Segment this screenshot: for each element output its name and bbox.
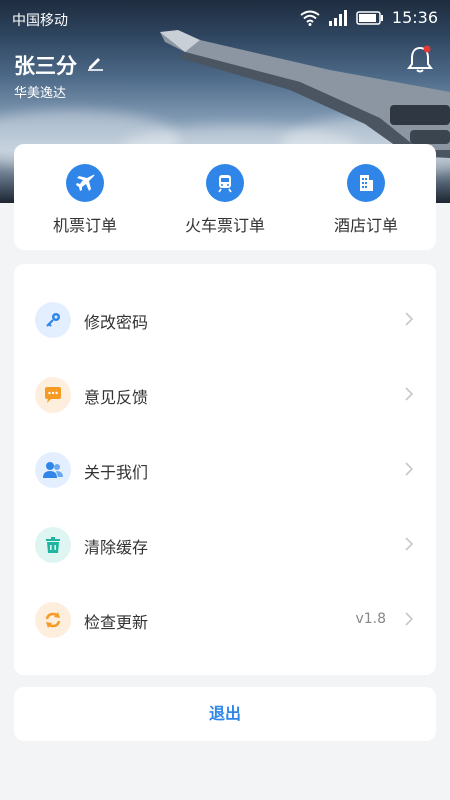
logout-button[interactable]: 退出 xyxy=(14,687,436,741)
menu-item-clear-cache[interactable]: 清除缓存 xyxy=(14,516,436,574)
key-icon xyxy=(35,302,71,338)
hotel-icon xyxy=(347,164,385,202)
order-label: 酒店订单 xyxy=(333,216,398,235)
menu-item-label: 清除缓存 xyxy=(84,538,149,557)
status-bar: 中国移动 15:36 xyxy=(0,0,450,36)
refresh-icon xyxy=(35,602,71,638)
chevron-right-icon xyxy=(405,387,414,401)
order-label: 火车票订单 xyxy=(184,216,265,235)
carrier-label: 中国移动 xyxy=(12,13,68,29)
trash-icon xyxy=(35,527,71,563)
company-name: 华美逸达 xyxy=(14,86,67,101)
order-card: 机票订单 火车票订单 酒店订单 xyxy=(14,144,436,250)
feedback-icon xyxy=(35,377,71,413)
train-icon xyxy=(206,164,244,202)
signal-icon xyxy=(328,9,347,26)
chevron-right-icon xyxy=(405,312,414,326)
menu-item-about-us[interactable]: 关于我们 xyxy=(14,441,436,499)
airplane-icon xyxy=(66,164,104,202)
hotel-orders-button[interactable]: 酒店订单 xyxy=(306,164,426,236)
chevron-right-icon xyxy=(405,537,414,551)
menu-item-label: 意见反馈 xyxy=(84,388,149,407)
menu-item-label: 关于我们 xyxy=(84,463,149,482)
flight-orders-button[interactable]: 机票订单 xyxy=(25,164,145,236)
version-label: v1.8 xyxy=(355,611,386,627)
menu-item-change-password[interactable]: 修改密码 xyxy=(14,291,436,349)
chevron-right-icon xyxy=(405,462,414,476)
chevron-right-icon xyxy=(405,612,414,626)
menu-item-label: 检查更新 xyxy=(84,613,149,632)
battery-icon xyxy=(356,10,383,25)
menu-item-check-update[interactable]: 检查更新 v1.8 xyxy=(14,591,436,649)
status-indicators: 15:36 xyxy=(300,8,438,27)
user-name: 张三分 xyxy=(14,54,77,78)
notification-bell-icon[interactable] xyxy=(406,44,434,74)
menu-item-feedback[interactable]: 意见反馈 xyxy=(14,366,436,424)
edit-icon[interactable] xyxy=(86,53,104,71)
wifi-icon xyxy=(300,10,320,26)
menu-item-label: 修改密码 xyxy=(84,313,149,332)
clock: 15:36 xyxy=(391,8,438,27)
order-label: 机票订单 xyxy=(52,216,117,235)
settings-menu: 修改密码 意见反馈 关于我们 清除缓存 检查更新 v1.8 xyxy=(14,264,436,675)
train-orders-button[interactable]: 火车票订单 xyxy=(165,164,285,236)
about-icon xyxy=(35,452,71,488)
